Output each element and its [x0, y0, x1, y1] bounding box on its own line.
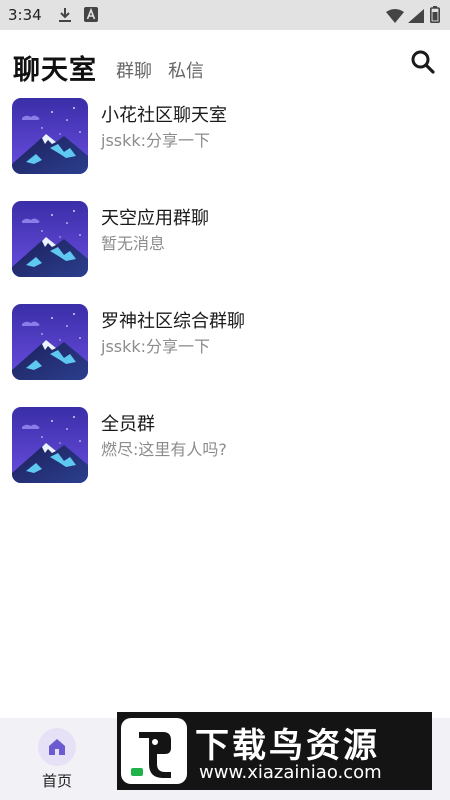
tab-group-chat[interactable]: 群聊: [116, 57, 152, 83]
group-avatar: [12, 98, 88, 174]
chat-last-message: 暂无消息: [101, 234, 166, 253]
wifi-icon: [386, 8, 404, 27]
status-bar: 3:34: [0, 0, 450, 30]
group-avatar: [12, 304, 88, 380]
tab-private-message[interactable]: 私信: [168, 57, 204, 83]
nav-label-home: 首页: [41, 772, 72, 790]
chat-list-item[interactable]: 罗神社区综合群聊 jsskk:分享一下: [0, 298, 450, 401]
chat-last-message: jsskk:分享一下: [101, 131, 211, 150]
status-time: 3:34: [8, 6, 42, 24]
text-a-icon: [84, 7, 98, 26]
chat-name: 小花社区聊天室: [101, 105, 227, 126]
chat-list-item[interactable]: 小花社区聊天室 jsskk:分享一下: [0, 92, 450, 195]
page-title: 聊天室: [13, 55, 97, 86]
chat-name: 全员群: [101, 414, 155, 435]
chat-last-message: 燃尽:这里有人吗?: [101, 440, 227, 459]
download-icon: [58, 7, 72, 27]
watermark-url: www.xiazainiao.com: [199, 762, 382, 783]
watermark-title: 下载鸟资源: [195, 726, 380, 766]
watermark-banner: 下载鸟资源 www.xiazainiao.com: [117, 712, 432, 790]
chat-list-item[interactable]: 全员群 燃尽:这里有人吗?: [0, 401, 450, 504]
chat-last-message: jsskk:分享一下: [101, 337, 211, 356]
group-avatar: [12, 201, 88, 277]
chat-name: 天空应用群聊: [101, 208, 209, 229]
search-icon[interactable]: [410, 49, 436, 75]
bird-logo-icon: [121, 718, 187, 788]
nav-item-home[interactable]: 首页: [30, 726, 84, 798]
battery-icon: [430, 6, 440, 27]
chat-list-item[interactable]: 天空应用群聊 暂无消息: [0, 195, 450, 298]
chat-list: 小花社区聊天室 jsskk:分享一下 天空应用群聊 暂无消息 罗神社区综合群聊 …: [0, 92, 450, 504]
signal-icon: [408, 8, 424, 27]
home-icon: [38, 728, 76, 766]
chat-name: 罗神社区综合群聊: [101, 311, 245, 332]
group-avatar: [12, 407, 88, 483]
app-header: 聊天室 群聊 私信: [0, 30, 450, 92]
